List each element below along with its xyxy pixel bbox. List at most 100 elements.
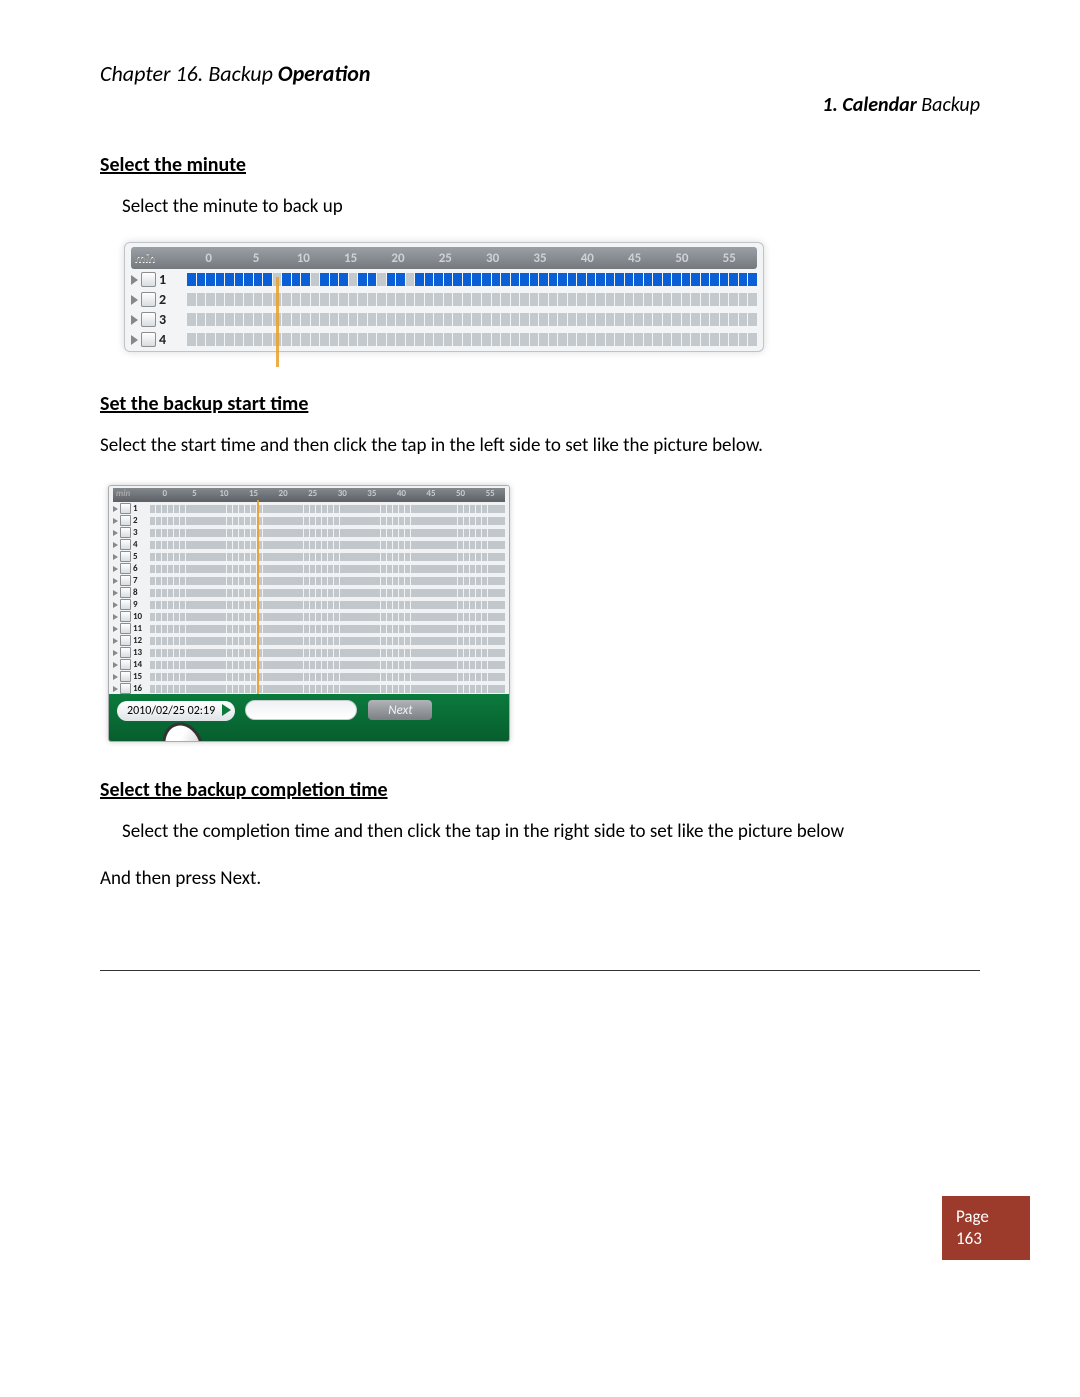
t2-45: 45: [416, 488, 446, 502]
expand-icon[interactable]: [113, 650, 118, 656]
timeline-row[interactable]: 1: [113, 503, 505, 514]
tick-25: 25: [422, 251, 469, 266]
row-checkbox[interactable]: [141, 312, 156, 327]
expand-icon[interactable]: [113, 674, 118, 680]
timeline-bar[interactable]: [150, 637, 505, 645]
expand-icon[interactable]: [113, 614, 118, 620]
timeline-row[interactable]: 8: [113, 587, 505, 598]
timeline-bar[interactable]: [187, 313, 757, 326]
expand-icon[interactable]: [113, 626, 118, 632]
next-button[interactable]: Next: [368, 700, 432, 720]
row-checkbox[interactable]: [120, 551, 131, 562]
timeline-row[interactable]: 14: [113, 659, 505, 670]
expand-icon[interactable]: [113, 590, 118, 596]
row-checkbox[interactable]: [141, 332, 156, 347]
timeline-row[interactable]: 15: [113, 671, 505, 682]
timeline-bar[interactable]: [150, 649, 505, 657]
row-checkbox[interactable]: [120, 659, 131, 670]
timeline-bar[interactable]: [150, 517, 505, 525]
expand-icon[interactable]: [131, 315, 138, 325]
row-checkbox[interactable]: [120, 623, 131, 634]
expand-icon[interactable]: [113, 530, 118, 536]
timeline-bar[interactable]: [187, 293, 757, 306]
row-number: 5: [133, 551, 138, 562]
timeline-bar[interactable]: [150, 661, 505, 669]
row-checkbox[interactable]: [120, 563, 131, 574]
expand-icon[interactable]: [131, 295, 138, 305]
timeline-bar[interactable]: [150, 541, 505, 549]
row-checkbox[interactable]: [120, 611, 131, 622]
timeline-row[interactable]: 6: [113, 563, 505, 574]
figure-start-time-panel: min 0 5 10 15 20 25 30 35 40 45 50 55 12…: [108, 485, 510, 742]
timeline-bar[interactable]: [150, 553, 505, 561]
t2-10: 10: [209, 488, 239, 502]
timeline-row[interactable]: 16: [113, 683, 505, 694]
timeline-row[interactable]: 10: [113, 611, 505, 622]
row-checkbox[interactable]: [120, 599, 131, 610]
timeline-row[interactable]: 3: [113, 527, 505, 538]
timeline-row[interactable]: 1: [131, 270, 757, 289]
timeline-row[interactable]: 4: [113, 539, 505, 550]
expand-icon[interactable]: [113, 566, 118, 572]
row-checkbox[interactable]: [120, 635, 131, 646]
row-checkbox[interactable]: [120, 683, 131, 694]
min-header-label-2: min: [113, 488, 150, 502]
timeline-bar[interactable]: [150, 505, 505, 513]
tick-40: 40: [564, 251, 611, 266]
text-start-time: Select the start time and then click the…: [100, 434, 980, 457]
expand-icon[interactable]: [113, 542, 118, 548]
timeline-row[interactable]: 4: [131, 330, 757, 349]
timeline-bar[interactable]: [187, 273, 757, 286]
heading-select-minute: Select the minute: [100, 153, 980, 177]
expand-icon[interactable]: [113, 686, 118, 692]
row-checkbox[interactable]: [141, 272, 156, 287]
timeline-bar[interactable]: [150, 601, 505, 609]
row-checkbox[interactable]: [120, 539, 131, 550]
timeline-bar[interactable]: [150, 673, 505, 681]
timeline-bar[interactable]: [150, 565, 505, 573]
timeline-row[interactable]: 11: [113, 623, 505, 634]
timeline-row[interactable]: 13: [113, 647, 505, 658]
tick-45: 45: [611, 251, 658, 266]
timeline-bar[interactable]: [150, 577, 505, 585]
timeline-bar[interactable]: [150, 613, 505, 621]
row-checkbox[interactable]: [120, 671, 131, 682]
row-number: 7: [133, 575, 138, 586]
timeline-row[interactable]: 2: [113, 515, 505, 526]
timeline-row[interactable]: 5: [113, 551, 505, 562]
expand-icon[interactable]: [131, 275, 138, 285]
timeline-row[interactable]: 7: [113, 575, 505, 586]
expand-icon[interactable]: [113, 578, 118, 584]
timeline-row[interactable]: 2: [131, 290, 757, 309]
expand-icon[interactable]: [113, 662, 118, 668]
expand-icon[interactable]: [131, 335, 138, 345]
timeline-row[interactable]: 12: [113, 635, 505, 646]
timeline-bar[interactable]: [150, 685, 505, 693]
expand-icon[interactable]: [113, 506, 118, 512]
range-input[interactable]: [245, 700, 357, 720]
row-checkbox[interactable]: [120, 515, 131, 526]
expand-icon[interactable]: [113, 602, 118, 608]
row-number: 4: [159, 331, 166, 348]
row-number: 16: [133, 683, 142, 694]
timeline-bar[interactable]: [150, 589, 505, 597]
tick-35: 35: [516, 251, 563, 266]
row-checkbox[interactable]: [120, 647, 131, 658]
section-title: 1. Calendar Backup: [100, 93, 980, 117]
timeline-row[interactable]: 3: [131, 310, 757, 329]
row-checkbox[interactable]: [120, 503, 131, 514]
expand-icon[interactable]: [113, 554, 118, 560]
play-icon[interactable]: [222, 704, 231, 716]
row-checkbox[interactable]: [120, 587, 131, 598]
timeline-bar[interactable]: [150, 529, 505, 537]
timeline-bar[interactable]: [150, 625, 505, 633]
row-number: 9: [133, 599, 138, 610]
row-checkbox[interactable]: [120, 527, 131, 538]
min-header-label: min: [135, 251, 185, 266]
timeline-row[interactable]: 9: [113, 599, 505, 610]
row-checkbox[interactable]: [141, 292, 156, 307]
expand-icon[interactable]: [113, 638, 118, 644]
row-checkbox[interactable]: [120, 575, 131, 586]
expand-icon[interactable]: [113, 518, 118, 524]
timeline-bar[interactable]: [187, 333, 757, 346]
